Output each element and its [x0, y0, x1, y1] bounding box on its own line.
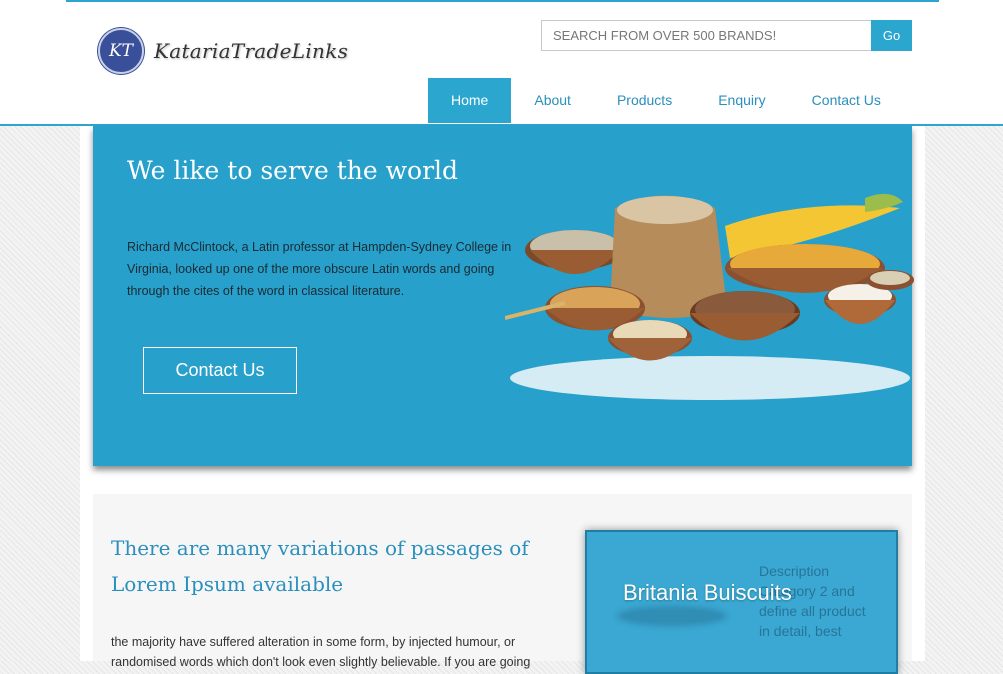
section-text: the majority have suffered alteration in… — [111, 635, 531, 669]
logo-mark-icon: KT — [98, 28, 144, 74]
nav-item-about[interactable]: About — [511, 78, 594, 123]
nav-item-home[interactable]: Home — [428, 78, 512, 123]
logo[interactable]: KT KatariaTradeLinks — [98, 26, 348, 76]
hero-title: We like to serve the world — [127, 156, 459, 185]
search-go-button[interactable]: Go — [871, 20, 912, 51]
nav-item-products[interactable]: Products — [594, 78, 695, 123]
main-nav: Home About Products Enquiry Contact Us — [428, 78, 904, 123]
card-title: Britania Buiscuits — [623, 580, 792, 605]
nav-item-contact-us[interactable]: Contact Us — [789, 78, 904, 123]
product-card[interactable]: Description Category 2 and define all pr… — [585, 530, 898, 674]
search-input[interactable] — [541, 20, 872, 51]
section-title: There are many variations of passages of… — [111, 536, 529, 596]
logo-text: KatariaTradeLinks — [154, 39, 349, 63]
site-header: KT KatariaTradeLinks Go Home About Produ… — [0, 0, 1003, 126]
grains-bowls-image — [505, 193, 914, 400]
hero-contact-button[interactable]: Contact Us — [143, 347, 297, 394]
nav-item-enquiry[interactable]: Enquiry — [695, 78, 788, 123]
hero-banner: We like to serve the world Richard McCli… — [93, 126, 914, 466]
header-top-line — [66, 0, 939, 2]
card-image-shadow — [617, 606, 727, 626]
hero-text: Richard McClintock, a Latin professor at… — [127, 240, 512, 298]
